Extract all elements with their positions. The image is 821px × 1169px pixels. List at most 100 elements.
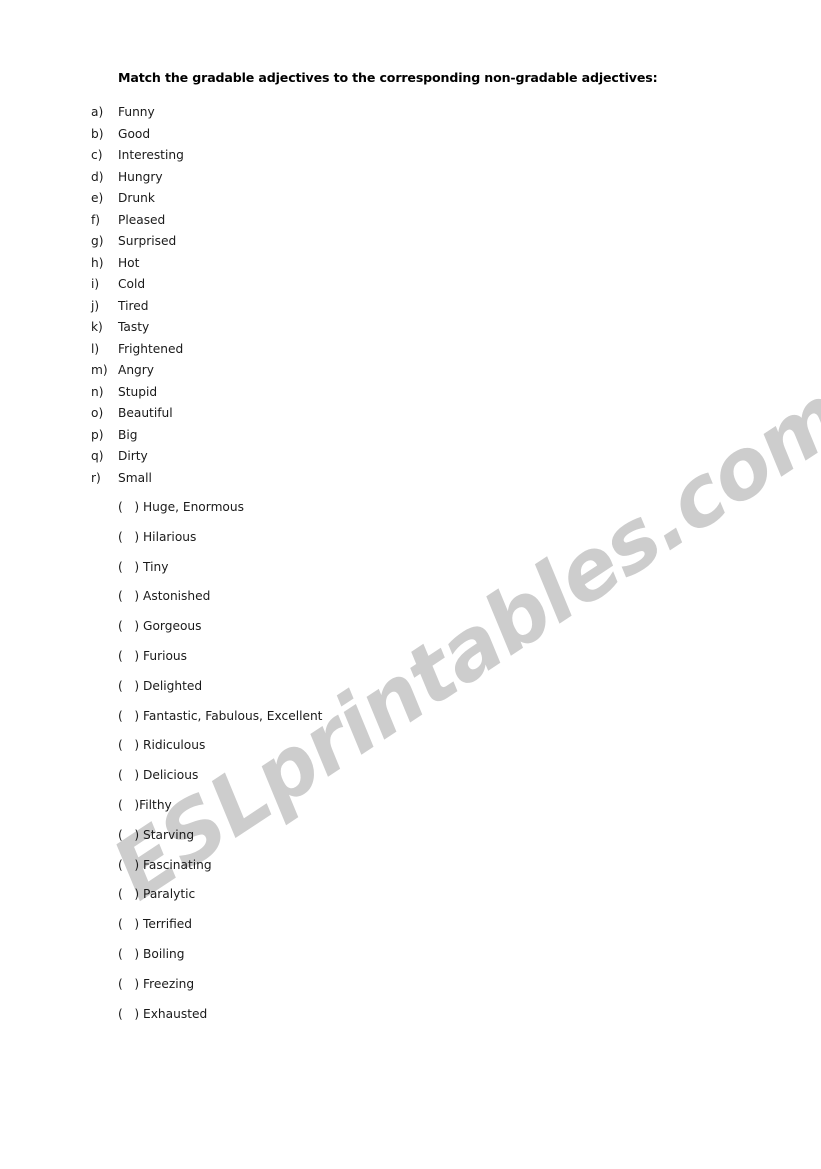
list-item: g) Surprised (91, 234, 184, 256)
list-item: i) Cold (91, 277, 184, 299)
answer-blank[interactable]: ( ) (118, 709, 143, 723)
answer-label: Exhausted (143, 1006, 208, 1021)
list-item: q) Dirty (91, 449, 184, 471)
answer-blank[interactable]: ( ) (118, 917, 143, 931)
answer-row[interactable]: ( ) Paralytic (118, 887, 322, 917)
list-item-label: Cold (118, 277, 146, 291)
list-item: p) Big (91, 428, 184, 450)
list-item-marker: e) (91, 191, 104, 205)
list-item-marker: m) (91, 363, 108, 377)
answer-row[interactable]: ( ) Boiling (118, 947, 322, 977)
list-item: j) Tired (91, 299, 184, 321)
answer-row[interactable]: ( ) Freezing (118, 977, 322, 1007)
list-item-label: Good (118, 126, 151, 141)
answer-blank[interactable]: ( ) (118, 977, 143, 991)
answer-label: Astonished (143, 589, 211, 604)
answer-label: Tiny (143, 559, 169, 574)
list-item-marker: j) (91, 298, 100, 313)
answer-row[interactable]: ( ) Exhausted (118, 1007, 322, 1037)
list-item: h) Hot (91, 256, 184, 278)
answer-label: Delicious (143, 768, 199, 783)
answer-blank[interactable]: ( ) (118, 768, 143, 782)
answer-row[interactable]: ( ) Delighted (118, 679, 322, 709)
list-item-label: Hungry (118, 169, 163, 184)
answer-row[interactable]: ( ) Astonished (118, 589, 322, 619)
answer-blank[interactable]: ( ) (118, 500, 143, 514)
list-item: m) Angry (91, 363, 184, 385)
answer-blank[interactable]: ( ) (118, 858, 143, 872)
answer-row[interactable]: ( ) Huge, Enormous (118, 500, 322, 530)
list-item: k) Tasty (91, 320, 184, 342)
list-item-marker: o) (91, 406, 104, 420)
list-item-marker: l) (91, 341, 100, 356)
page-title: Match the gradable adjectives to the cor… (118, 70, 658, 85)
answer-label: Delighted (143, 678, 203, 693)
list-item-marker: k) (91, 320, 103, 334)
answer-blank[interactable]: ( ) (118, 1007, 143, 1021)
list-item: r) Small (91, 471, 184, 493)
answer-row[interactable]: ( ) Hilarious (118, 530, 322, 560)
answer-blank[interactable]: ( ) (118, 560, 143, 574)
list-item-label: Angry (118, 363, 155, 377)
list-item-marker: r) (91, 470, 101, 485)
answer-blank[interactable]: ( ) (118, 649, 143, 663)
list-item-marker: c) (91, 148, 103, 162)
list-item-marker: d) (91, 169, 104, 184)
list-item: n) Stupid (91, 385, 184, 407)
answer-label: Furious (143, 648, 188, 663)
answer-row[interactable]: ( ) Terrified (118, 917, 322, 947)
list-item-label: Big (118, 427, 138, 442)
list-item-label: Beautiful (118, 406, 173, 420)
list-item-marker: g) (91, 234, 104, 248)
answer-row[interactable]: ( ) Ridiculous (118, 738, 322, 768)
answer-label: Paralytic (143, 887, 196, 902)
list-item: c) Interesting (91, 148, 184, 170)
answer-label: Filthy (139, 797, 172, 812)
answer-row[interactable]: ( ) Tiny (118, 560, 322, 590)
list-item-label: Hot (118, 255, 140, 270)
list-item-label: Tired (118, 298, 149, 313)
answer-label: Terrified (143, 917, 192, 932)
list-item-label: Surprised (118, 234, 177, 248)
answer-row[interactable]: ( ) Filthy (118, 798, 322, 828)
list-item-marker: h) (91, 255, 104, 270)
answer-row[interactable]: ( ) Fascinating (118, 858, 322, 888)
list-item-marker: p) (91, 427, 104, 442)
answer-blank[interactable]: ( ) (118, 738, 143, 752)
answer-blank[interactable]: ( ) (118, 947, 143, 961)
list-item: d) Hungry (91, 170, 184, 192)
list-item-label: Dirty (118, 449, 148, 463)
list-item: l) Frightened (91, 342, 184, 364)
answer-label: Starving (143, 827, 195, 842)
answer-row[interactable]: ( ) Fantastic, Fabulous, Excellent (118, 709, 322, 739)
answer-label: Fascinating (143, 857, 212, 872)
non-gradable-adjectives-list: ( ) Huge, Enormous( ) Hilarious( ) Tiny(… (118, 500, 322, 1036)
list-item-marker: a) (91, 105, 104, 119)
list-item: o) Beautiful (91, 406, 184, 428)
answer-blank[interactable]: ( ) (118, 828, 143, 842)
answer-label: Hilarious (143, 529, 197, 544)
list-item-label: Frightened (118, 341, 184, 356)
list-item-marker: n) (91, 384, 104, 399)
answer-row[interactable]: ( ) Delicious (118, 768, 322, 798)
answer-row[interactable]: ( ) Furious (118, 649, 322, 679)
gradable-adjectives-list: a) Funny b) Good c) Interesting d) Hungry e) Drun… (91, 105, 184, 492)
list-item-label: Tasty (118, 320, 150, 334)
list-item-marker: b) (91, 126, 104, 141)
answer-label: Ridiculous (143, 738, 206, 753)
answer-blank[interactable]: ( ) (118, 887, 143, 901)
list-item: b) Good (91, 127, 184, 149)
answer-blank[interactable]: ( ) (118, 530, 143, 544)
answer-blank[interactable]: ( ) (118, 619, 143, 633)
answer-label: Freezing (143, 976, 195, 991)
answer-label: Huge, Enormous (143, 500, 244, 514)
answer-row[interactable]: ( ) Starving (118, 828, 322, 858)
answer-blank[interactable]: ( ) (118, 589, 143, 603)
answer-blank[interactable]: ( ) (118, 679, 143, 693)
list-item-marker: q) (91, 449, 104, 463)
answer-row[interactable]: ( ) Gorgeous (118, 619, 322, 649)
list-item-label: Small (118, 470, 152, 485)
answer-blank[interactable]: ( ) (118, 798, 139, 812)
list-item-label: Interesting (118, 148, 184, 162)
answer-label: Boiling (143, 946, 185, 961)
